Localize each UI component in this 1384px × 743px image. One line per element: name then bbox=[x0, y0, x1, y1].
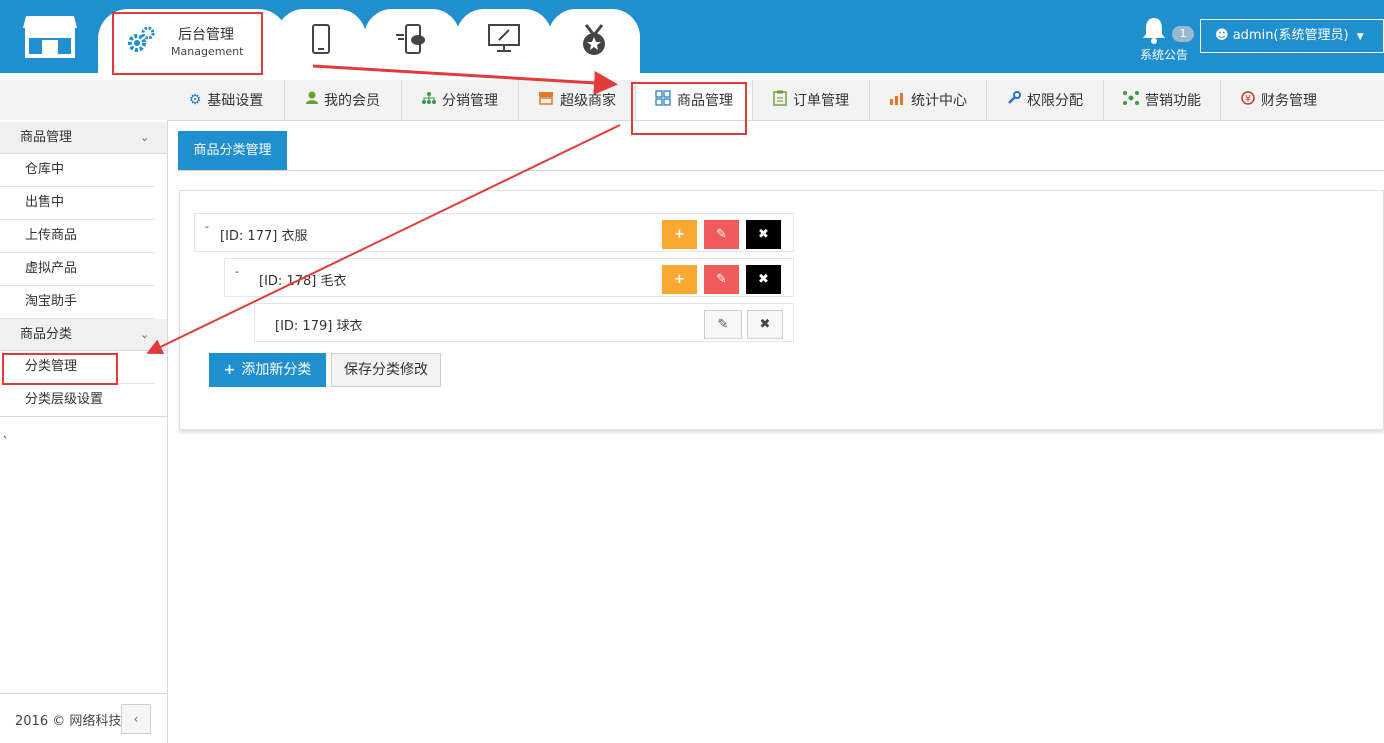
system-notice-link[interactable]: 系统公告 bbox=[1140, 46, 1188, 63]
category-label: [ID: 177] 衣服 bbox=[220, 229, 308, 244]
edit-icon: ✎ bbox=[716, 272, 727, 287]
edit-icon: ✎ bbox=[717, 317, 729, 332]
copyright-text: 2016 © 网络科技 bbox=[15, 714, 122, 729]
tab-monitor[interactable] bbox=[456, 9, 552, 73]
clipboard-icon bbox=[773, 90, 787, 110]
sidebar: 商品管理 ⌄ 仓库中 出售中 上传商品 虚拟产品 淘宝助手 商品分类 ⌄ 分类管… bbox=[0, 120, 168, 743]
tab-mobile[interactable] bbox=[276, 9, 366, 73]
sidebar-section-product-category[interactable]: 商品分类 ⌄ bbox=[0, 319, 167, 351]
nav-item-finance[interactable]: ¥ 财务管理 bbox=[1221, 80, 1337, 120]
nav-item-orders[interactable]: 订单管理 bbox=[753, 80, 870, 120]
store-logo-icon[interactable] bbox=[22, 12, 78, 58]
edit-category-button[interactable]: ✎ bbox=[704, 265, 739, 294]
nav-item-super-merchant[interactable]: 超级商家 bbox=[519, 80, 636, 120]
mobile-phone-icon bbox=[311, 23, 331, 59]
collapse-sidebar-button[interactable]: ‹ bbox=[121, 704, 151, 734]
plus-icon: + bbox=[674, 272, 685, 287]
member-icon bbox=[306, 91, 318, 109]
close-icon: ✖ bbox=[758, 227, 769, 242]
shop-icon bbox=[538, 91, 554, 109]
edit-category-button[interactable]: ✎ bbox=[704, 310, 742, 339]
delete-category-button[interactable]: ✖ bbox=[746, 265, 781, 294]
sidebar-section-product-management[interactable]: 商品管理 ⌄ bbox=[0, 122, 167, 154]
plus-icon: + bbox=[674, 227, 685, 242]
sidebar-item-taobao[interactable]: 淘宝助手 bbox=[0, 286, 155, 319]
nav-item-statistics[interactable]: 统计中心 bbox=[870, 80, 987, 120]
close-icon: ✖ bbox=[758, 272, 769, 287]
nav-item-marketing[interactable]: 营销功能 bbox=[1104, 80, 1221, 120]
user-icon: ☻ bbox=[1215, 28, 1229, 43]
wrench-icon bbox=[1007, 91, 1021, 109]
add-subcategory-button[interactable]: + bbox=[662, 265, 697, 294]
user-menu-button[interactable]: ☻ admin(系统管理员) ▼ bbox=[1200, 19, 1384, 53]
tab-medal[interactable] bbox=[548, 9, 640, 73]
category-label: [ID: 178] 毛衣 bbox=[259, 274, 347, 289]
chevron-down-icon: ⌄ bbox=[140, 328, 150, 341]
tab-divider bbox=[178, 170, 1384, 171]
nav-item-members[interactable]: 我的会员 bbox=[285, 80, 402, 120]
category-label: [ID: 179] 球衣 bbox=[275, 319, 363, 334]
sidebar-item-virtual[interactable]: 虚拟产品 bbox=[0, 253, 155, 286]
nav-item-basic-settings[interactable]: ⚙ 基础设置 bbox=[168, 80, 285, 120]
notice-badge: 1 bbox=[1172, 26, 1194, 42]
mobile-chat-icon bbox=[394, 23, 430, 59]
sidebar-item-on-sale[interactable]: 出售中 bbox=[0, 187, 155, 220]
network-icon bbox=[422, 91, 436, 109]
annotation-box-sidebar bbox=[2, 353, 118, 385]
nav-item-permissions[interactable]: 权限分配 bbox=[987, 80, 1104, 120]
edit-category-button[interactable]: ✎ bbox=[704, 220, 739, 249]
money-icon: ¥ bbox=[1241, 91, 1255, 109]
user-label: admin(系统管理员) bbox=[1232, 28, 1349, 43]
medal-star-icon bbox=[578, 23, 610, 61]
add-category-button[interactable]: + 添加新分类 bbox=[209, 353, 326, 387]
nav-item-distribution[interactable]: 分销管理 bbox=[402, 80, 519, 120]
bell-icon[interactable] bbox=[1141, 16, 1167, 48]
gear-icon: ⚙ bbox=[188, 92, 202, 108]
edit-icon: ✎ bbox=[716, 227, 727, 242]
tab-mobile-chat[interactable] bbox=[364, 9, 460, 73]
annotation-box-main-tab bbox=[112, 12, 263, 75]
svg-text:¥: ¥ bbox=[1245, 95, 1251, 105]
sidebar-item-warehouse[interactable]: 仓库中 bbox=[0, 154, 155, 187]
annotation-box-nav bbox=[631, 82, 747, 135]
sidebar-footer: 2016 © 网络科技 ‹ bbox=[0, 693, 167, 743]
monitor-edit-icon bbox=[487, 23, 521, 57]
chevron-down-icon: ⌄ bbox=[140, 131, 150, 144]
collapse-toggle[interactable]: - bbox=[235, 265, 239, 278]
delete-category-button[interactable]: ✖ bbox=[746, 220, 781, 249]
caret-down-icon: ▼ bbox=[1356, 32, 1364, 42]
close-icon: ✖ bbox=[759, 317, 771, 332]
sidebar-item-upload[interactable]: 上传商品 bbox=[0, 220, 155, 253]
stray-mark: 、 bbox=[3, 430, 13, 441]
tab-category-management[interactable]: 商品分类管理 bbox=[178, 131, 287, 170]
chevron-left-icon: ‹ bbox=[133, 712, 139, 726]
nodes-icon bbox=[1123, 90, 1139, 110]
save-category-changes-button[interactable]: 保存分类修改 bbox=[331, 353, 441, 387]
collapse-toggle[interactable]: - bbox=[205, 220, 209, 233]
delete-category-button[interactable]: ✖ bbox=[747, 310, 783, 339]
sidebar-item-category-levels[interactable]: 分类层级设置 bbox=[0, 384, 167, 417]
add-subcategory-button[interactable]: + bbox=[662, 220, 697, 249]
plus-icon: + bbox=[223, 362, 236, 378]
chart-icon bbox=[889, 91, 905, 109]
